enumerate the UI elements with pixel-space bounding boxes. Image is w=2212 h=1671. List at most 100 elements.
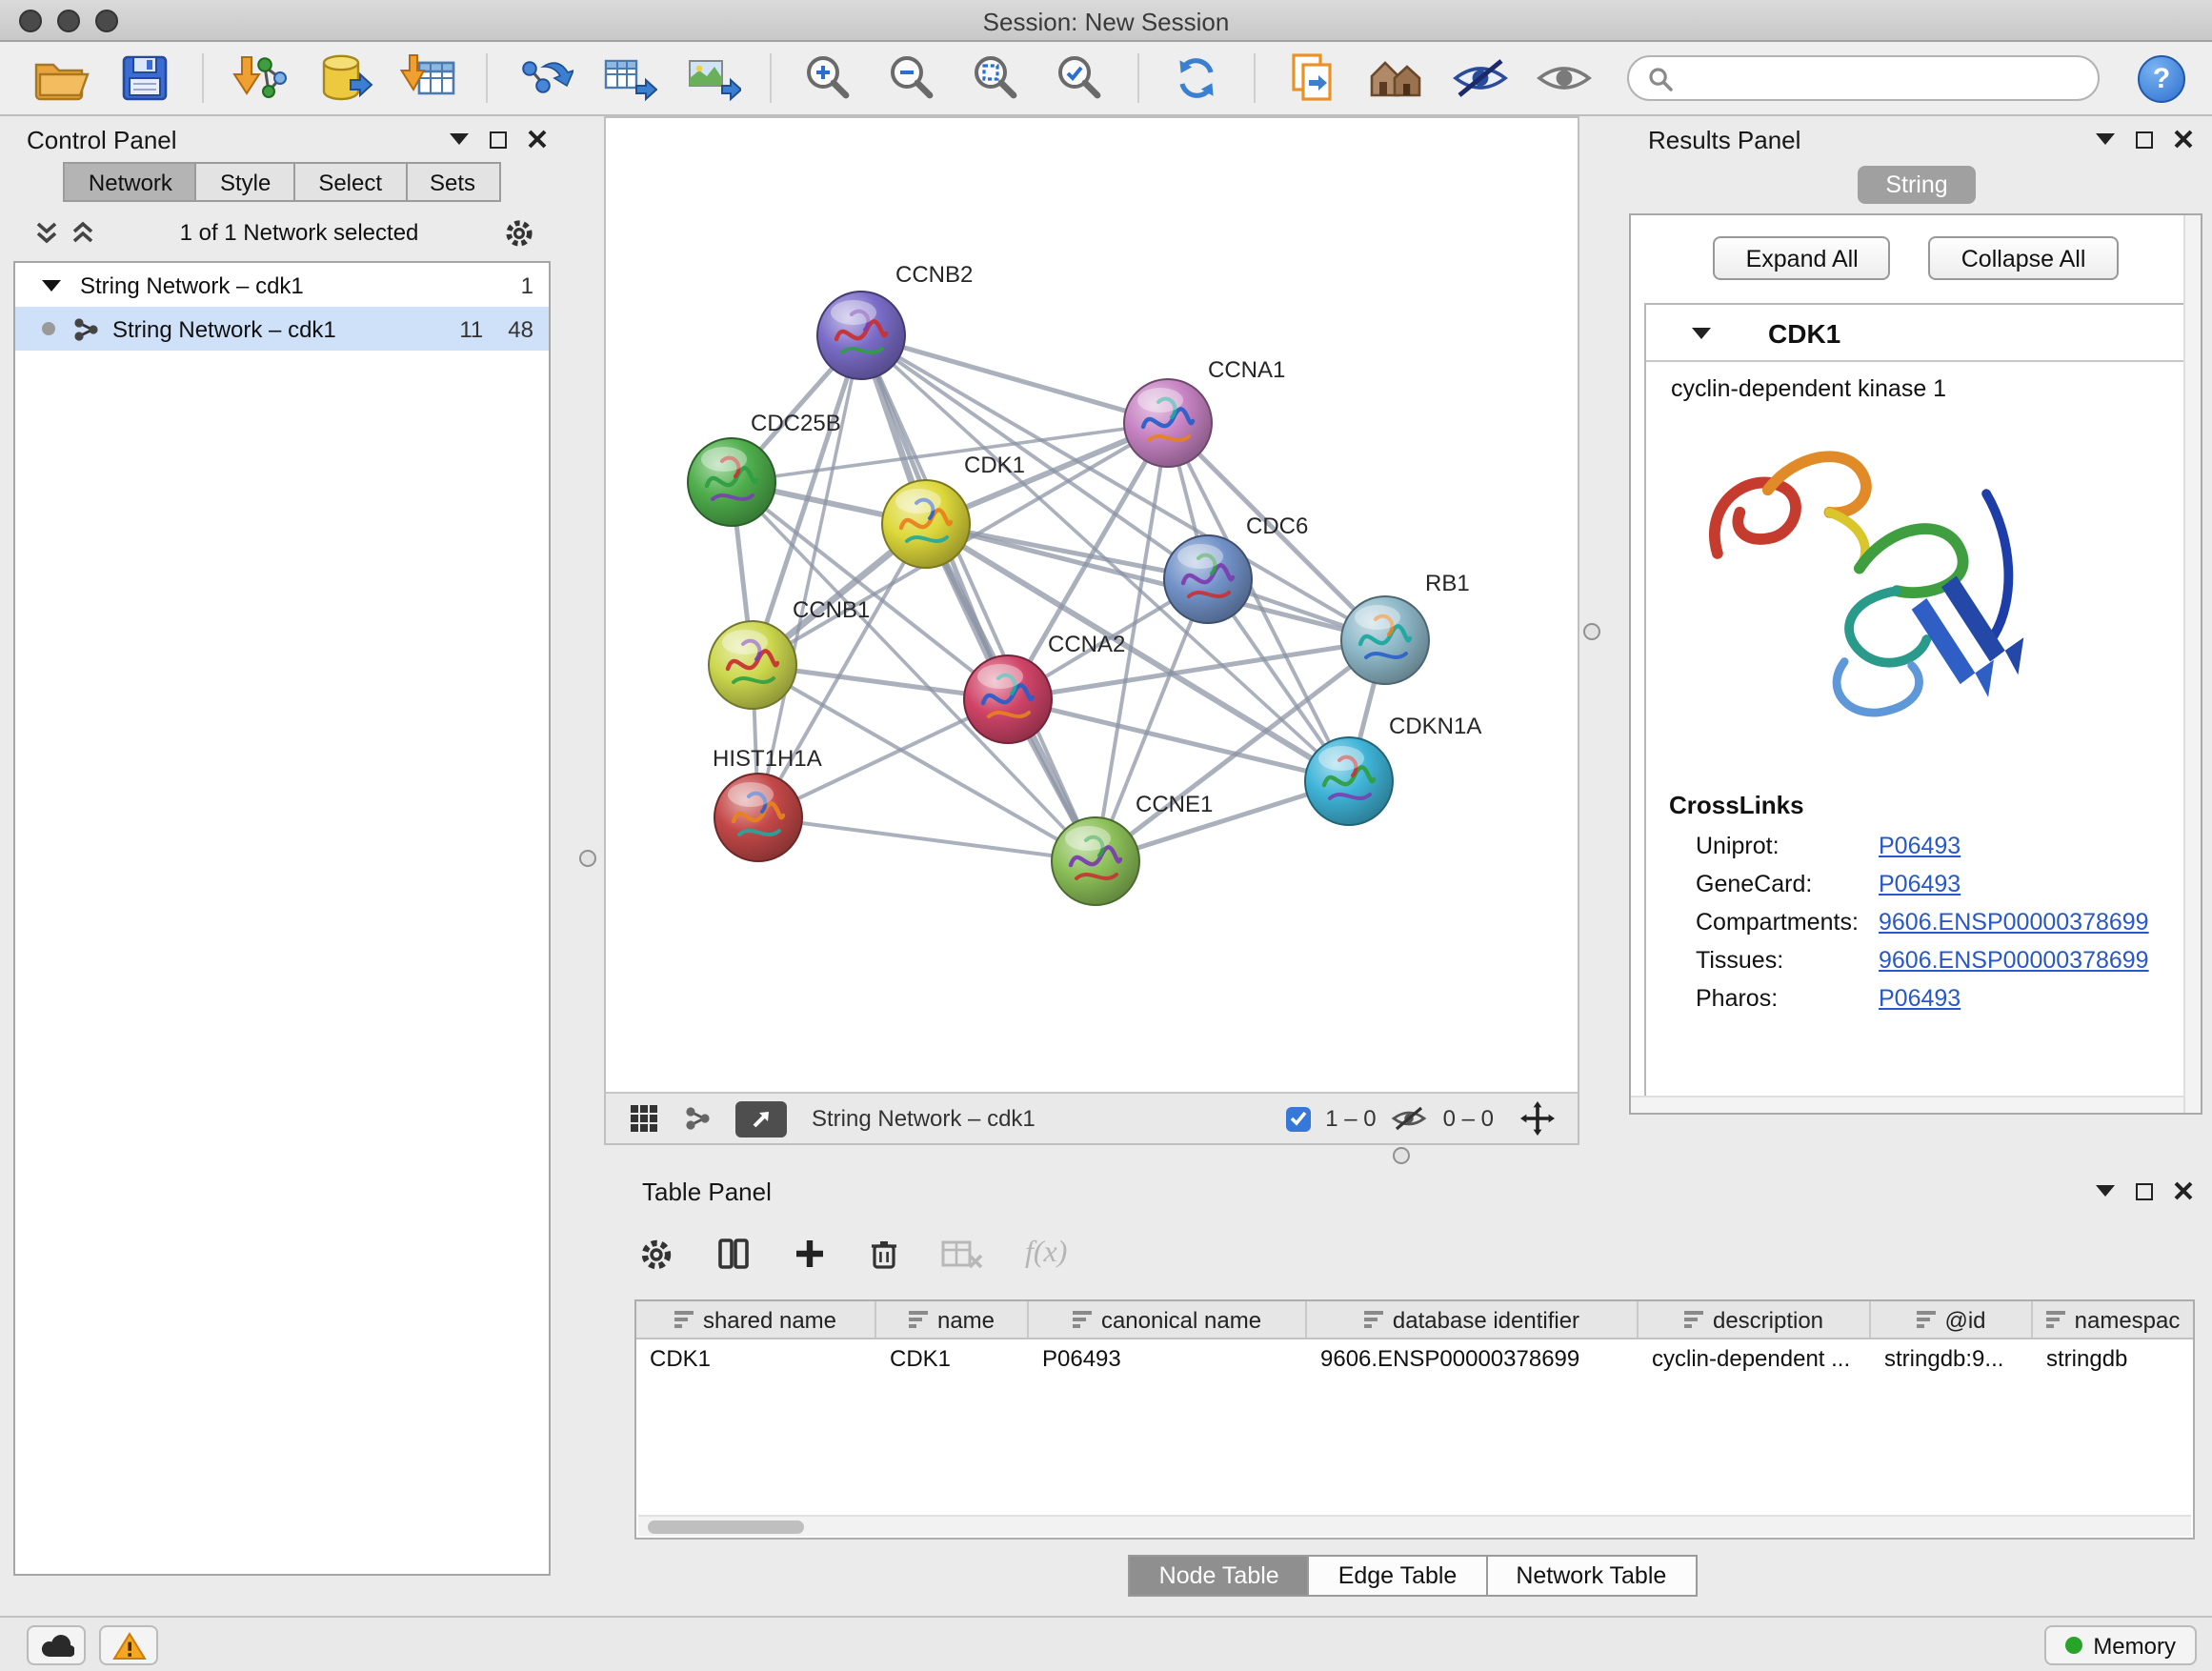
float-panel-icon[interactable] <box>490 131 507 148</box>
network-edge-CCNE1-HIST1H1A[interactable] <box>758 817 1096 861</box>
table-row[interactable]: CDK1 CDK1 P06493 9606.ENSP00000378699 cy… <box>636 1339 2193 1378</box>
gene-card-header[interactable]: CDK1 <box>1646 305 2183 362</box>
scrollbar-thumb[interactable] <box>648 1520 804 1534</box>
tab-sets[interactable]: Sets <box>405 162 500 202</box>
export-image-button[interactable] <box>682 48 743 109</box>
zoom-fit-button[interactable] <box>966 48 1027 109</box>
network-node-CDC6[interactable] <box>1164 535 1252 623</box>
crosslink-link[interactable]: P06493 <box>1879 985 1961 1012</box>
selected-checkbox-icon[interactable] <box>1285 1106 1310 1131</box>
search-input[interactable] <box>1684 65 2079 91</box>
column-header[interactable]: database identifier <box>1307 1301 1639 1338</box>
import-network-database-button[interactable] <box>314 48 375 109</box>
maximize-window-button[interactable] <box>95 10 118 32</box>
column-header[interactable]: @id <box>1871 1301 2033 1338</box>
export-table-button[interactable] <box>598 48 659 109</box>
warnings-button[interactable] <box>99 1625 158 1665</box>
network-view[interactable]: CCNB2CCNA1CDC25BCDK1CDC6RB1CCNB1CCNA2CDK… <box>604 116 1579 1145</box>
close-panel-icon[interactable] <box>528 130 547 149</box>
network-node-CCNA2[interactable] <box>964 655 1052 743</box>
delete-column-trash-icon[interactable] <box>869 1237 899 1271</box>
card-expander-icon[interactable] <box>1692 327 1711 338</box>
show-all-button[interactable] <box>1534 48 1595 109</box>
results-vertical-scrollbar[interactable] <box>2183 215 2201 1113</box>
collection-expander-icon[interactable] <box>42 279 61 291</box>
detach-view-button[interactable] <box>735 1100 787 1137</box>
network-edge-CCNA2-CDKN1A[interactable] <box>1008 699 1349 781</box>
close-panel-icon[interactable] <box>2174 130 2193 149</box>
tab-node-table[interactable]: Node Table <box>1129 1555 1310 1597</box>
table-settings-gear-icon[interactable] <box>638 1236 674 1272</box>
tab-string[interactable]: String <box>1857 166 1976 204</box>
graphics-details-button[interactable] <box>1366 48 1427 109</box>
save-session-button[interactable] <box>114 48 175 109</box>
network-node-CDK1[interactable] <box>882 480 970 568</box>
tab-select[interactable]: Select <box>293 162 407 202</box>
splitter-handle[interactable] <box>1393 1147 1410 1164</box>
help-button[interactable]: ? <box>2138 54 2185 102</box>
panel-menu-icon[interactable] <box>450 133 469 145</box>
add-column-icon[interactable] <box>793 1237 827 1271</box>
expand-all-button[interactable]: Expand All <box>1714 236 1891 280</box>
minimize-window-button[interactable] <box>57 10 80 32</box>
gear-icon[interactable] <box>503 216 535 249</box>
birdseye-grid-icon[interactable] <box>629 1103 659 1134</box>
splitter-handle[interactable] <box>579 850 596 867</box>
column-header[interactable]: description <box>1639 1301 1871 1338</box>
collapse-all-button[interactable]: Collapse All <box>1929 236 2119 280</box>
network-edge-CCNB2-CCNE1[interactable] <box>861 335 1096 861</box>
zoom-selected-button[interactable] <box>1050 48 1111 109</box>
panel-menu-icon[interactable] <box>2096 133 2115 145</box>
memory-button[interactable]: Memory <box>2043 1625 2197 1665</box>
close-panel-icon[interactable] <box>2174 1181 2193 1200</box>
network-node-HIST1H1A[interactable] <box>714 774 802 861</box>
network-node-CCNE1[interactable] <box>1052 817 1139 905</box>
hidden-eye-icon[interactable] <box>1392 1105 1428 1132</box>
hide-selected-button[interactable] <box>1450 48 1511 109</box>
close-window-button[interactable] <box>19 10 42 32</box>
panel-menu-icon[interactable] <box>2096 1185 2115 1197</box>
network-node-CDKN1A[interactable] <box>1305 737 1393 825</box>
crosslink-link[interactable]: P06493 <box>1879 871 1961 897</box>
network-node-CCNB1[interactable] <box>709 621 796 709</box>
network-canvas-svg[interactable]: CCNB2CCNA1CDC25BCDK1CDC6RB1CCNB1CCNA2CDK… <box>606 118 1578 1092</box>
column-header[interactable]: shared name <box>636 1301 876 1338</box>
network-row[interactable]: String Network – cdk1 11 48 <box>15 307 549 351</box>
float-panel-icon[interactable] <box>2136 1182 2153 1199</box>
network-tree: String Network – cdk1 1 String Network –… <box>13 261 551 1576</box>
network-node-CCNB2[interactable] <box>817 292 905 379</box>
import-table-button[interactable] <box>398 48 459 109</box>
crosslink-link[interactable]: P06493 <box>1879 833 1961 859</box>
network-node-CDC25B[interactable] <box>688 438 775 526</box>
network-overview-icon[interactable] <box>684 1105 711 1132</box>
results-horizontal-scrollbar[interactable] <box>1631 1096 2183 1113</box>
collapse-all-icon[interactable] <box>34 219 59 246</box>
zoom-out-button[interactable] <box>882 48 943 109</box>
network-collection-row[interactable]: String Network – cdk1 1 <box>15 263 549 307</box>
open-session-button[interactable] <box>30 48 91 109</box>
column-header[interactable]: canonical name <box>1029 1301 1307 1338</box>
tab-style[interactable]: Style <box>195 162 295 202</box>
tab-edge-table[interactable]: Edge Table <box>1308 1555 1488 1597</box>
pan-crosshair-icon[interactable] <box>1520 1101 1555 1136</box>
export-network-button[interactable] <box>514 48 575 109</box>
cloud-status-button[interactable] <box>27 1625 86 1665</box>
column-header[interactable]: namespac <box>2033 1301 2193 1338</box>
refresh-layout-button[interactable] <box>1166 48 1227 109</box>
search-field[interactable] <box>1627 55 2100 101</box>
crosslink-link[interactable]: 9606.ENSP00000378699 <box>1879 909 2149 936</box>
splitter-handle[interactable] <box>1583 623 1600 640</box>
network-node-RB1[interactable] <box>1341 596 1429 684</box>
show-columns-icon[interactable] <box>716 1237 751 1271</box>
network-node-CCNA1[interactable] <box>1124 379 1212 467</box>
crosslink-link[interactable]: 9606.ENSP00000378699 <box>1879 947 2149 974</box>
tab-network[interactable]: Network <box>64 162 197 202</box>
network-snapshot-button[interactable] <box>1282 48 1343 109</box>
column-header[interactable]: name <box>876 1301 1029 1338</box>
float-panel-icon[interactable] <box>2136 131 2153 148</box>
zoom-in-button[interactable] <box>798 48 859 109</box>
import-network-file-button[interactable] <box>231 48 292 109</box>
table-horizontal-scrollbar[interactable] <box>638 1515 2191 1536</box>
expand-all-icon[interactable] <box>70 219 95 246</box>
tab-network-table[interactable]: Network Table <box>1485 1555 1697 1597</box>
